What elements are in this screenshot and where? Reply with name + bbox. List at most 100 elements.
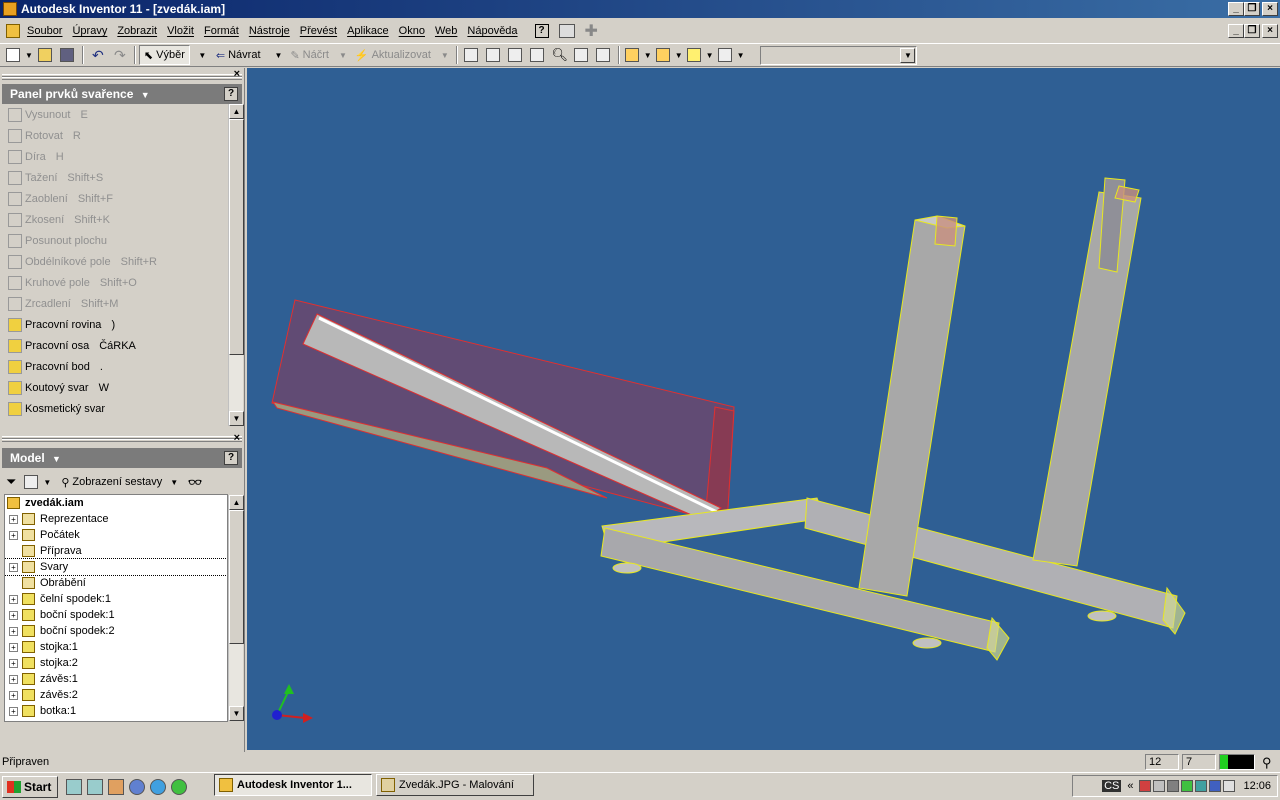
document-icon[interactable] (6, 24, 20, 38)
weld-panel-header[interactable]: Panel prvků svařence ▼ ? (2, 84, 242, 104)
tree-node[interactable]: + čelní spodek:1 (5, 591, 227, 607)
tree-node[interactable]: + Svary (5, 558, 227, 576)
cmd-revolve[interactable]: Rotovat R (4, 125, 228, 146)
restore-button[interactable]: ❐ (1244, 2, 1260, 16)
analysis-button[interactable]: ▼ (716, 45, 747, 65)
quicklaunch-icon-2[interactable] (87, 778, 103, 795)
structure-icon[interactable] (24, 475, 39, 489)
doc-restore-button[interactable]: ❐ (1244, 24, 1260, 38)
section-button[interactable]: ▼ (685, 45, 716, 65)
start-button[interactable]: Start (2, 775, 58, 798)
tray-icon[interactable] (1181, 780, 1194, 792)
cmd-fillet-weld[interactable]: Koutový svar W (4, 377, 228, 398)
scroll-up-button[interactable]: ▲ (229, 104, 244, 119)
icq-icon[interactable] (171, 778, 187, 795)
graphics-viewport[interactable] (247, 68, 1280, 750)
cmd-work-plane[interactable]: Pracovní rovina) (4, 314, 228, 335)
menu-napoveda[interactable]: Nápověda (462, 22, 522, 40)
expand-icon[interactable]: + (9, 642, 18, 652)
menu-web[interactable]: Web (430, 22, 462, 40)
select-dropdown[interactable]: ▼ (190, 45, 212, 65)
tree-node[interactable]: + boční spodek:2 (5, 623, 227, 639)
cmd-work-point[interactable]: Pracovní bod. (4, 356, 228, 377)
cmd-cosmetic-weld[interactable]: Kosmetický svar (4, 398, 228, 419)
antivirus-icon[interactable] (1139, 780, 1152, 792)
cmd-sweep[interactable]: Tažení Shift+S (4, 167, 228, 188)
cmd-move-face[interactable]: Posunout plochu (4, 230, 228, 251)
sketch-button[interactable]: ✎ Náčrt ▼ (286, 45, 350, 65)
help-icon[interactable]: ? (534, 24, 549, 38)
panel-grip[interactable] (2, 77, 242, 80)
menu-okno[interactable]: Okno (394, 22, 430, 40)
combo-arrow-icon[interactable]: ▼ (900, 47, 916, 63)
minimize-button[interactable]: _ (1228, 2, 1244, 16)
expand-icon[interactable]: + (9, 690, 18, 700)
quicklaunch-icon-1[interactable] (66, 778, 82, 795)
cmd-work-axis[interactable]: Pracovní osa ČáRKA (4, 335, 228, 356)
redo-button[interactable]: ↷ (109, 45, 131, 65)
menu-zobrazit[interactable]: Zobrazit (112, 22, 162, 40)
open-button[interactable] (35, 45, 57, 65)
doc-minimize-button[interactable]: _ (1228, 24, 1244, 38)
expand-icon[interactable]: + (9, 658, 18, 668)
tree-node[interactable]: + boční spodek:1 (5, 607, 227, 623)
panel-grip[interactable] (2, 439, 242, 442)
expand-icon[interactable]: + (9, 530, 18, 540)
resize-grip-icon[interactable]: ⚲ (1262, 755, 1272, 771)
skype-icon[interactable] (150, 778, 166, 795)
tree-node[interactable]: + Reprezentace (5, 511, 227, 527)
tree-node[interactable]: + závěs:2 (5, 687, 227, 703)
language-indicator[interactable]: CS (1102, 780, 1122, 792)
select-button[interactable]: ⬉ Výběr (138, 45, 190, 65)
zoom-selected-button[interactable] (527, 45, 549, 65)
model-tree-scrollbar[interactable]: ▲ ▼ (228, 495, 244, 721)
cmd-fillet[interactable]: Zaoblení Shift+F (4, 188, 228, 209)
look-at-button[interactable] (593, 45, 615, 65)
view-mode-button[interactable]: ⚲ Zobrazení sestavy ▼ (61, 476, 178, 489)
zoom-button[interactable]: 🔍︎ (549, 45, 571, 65)
cmd-hole[interactable]: Díra H (4, 146, 228, 167)
expand-icon[interactable]: + (9, 594, 18, 604)
cmd-circular-pattern[interactable]: Kruhové pole Shift+O (4, 272, 228, 293)
scroll-up-button[interactable]: ▲ (229, 495, 244, 510)
connect-icon[interactable] (558, 24, 575, 38)
undo-button[interactable]: ↶ (87, 45, 109, 65)
scroll-down-button[interactable]: ▼ (229, 706, 244, 721)
menu-upravy[interactable]: Úpravy (67, 22, 112, 40)
zoom-window-button[interactable] (483, 45, 505, 65)
tree-node[interactable]: Obrábění (5, 575, 227, 591)
shadow-button[interactable]: ▼ (654, 45, 685, 65)
back-button[interactable]: ⇐ Návrat ▼ (212, 45, 287, 65)
display-mode-button[interactable]: ▼ (623, 45, 654, 65)
save-button[interactable] (57, 45, 79, 65)
expand-icon[interactable]: + (9, 514, 18, 524)
task-paint[interactable]: Zvedák.JPG - Malování (376, 774, 534, 796)
tray-icon[interactable] (1209, 780, 1222, 792)
scroll-thumb[interactable] (229, 510, 244, 644)
menu-soubor[interactable]: Soubor (22, 22, 67, 40)
tree-node[interactable]: + botka:1 (5, 703, 227, 719)
tree-node[interactable]: + Počátek (5, 527, 227, 543)
task-inventor[interactable]: Autodesk Inventor 1... (214, 774, 372, 796)
menu-format[interactable]: Formát (199, 22, 244, 40)
cmd-mirror[interactable]: Zrcadlení Shift+M (4, 293, 228, 314)
close-button[interactable]: × (1262, 2, 1278, 16)
new-button[interactable]: ▼ (4, 45, 35, 65)
pan-button[interactable] (505, 45, 527, 65)
scroll-down-button[interactable]: ▼ (229, 411, 244, 426)
quicklaunch-icon-3[interactable] (108, 778, 124, 795)
tree-node[interactable]: + stojka:2 (5, 655, 227, 671)
expand-icon[interactable]: + (9, 674, 18, 684)
binoculars-icon[interactable]: 👓︎ (188, 476, 202, 489)
tree-root[interactable]: zvedák.iam (5, 495, 227, 511)
plus-icon[interactable]: ✚ (585, 21, 598, 41)
mail-icon[interactable] (1223, 780, 1236, 792)
filter-icon[interactable]: ⏷ (6, 474, 16, 490)
tree-node[interactable]: + závěs:1 (5, 671, 227, 687)
media-player-icon[interactable] (129, 778, 145, 795)
cmd-rectangular-pattern[interactable]: Obdélníkové pole Shift+R (4, 251, 228, 272)
close-icon[interactable]: × (234, 432, 240, 444)
help-icon[interactable]: ? (224, 87, 238, 101)
scroll-thumb[interactable] (229, 119, 244, 355)
tray-icon[interactable] (1195, 780, 1208, 792)
